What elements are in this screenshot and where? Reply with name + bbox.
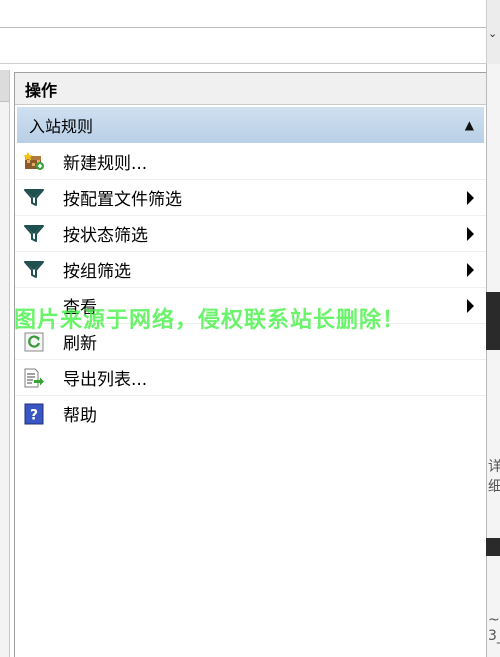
section-label: 入站规则 — [29, 117, 94, 136]
action-help[interactable]: ? 帮助 — [15, 395, 486, 431]
collapse-icon[interactable]: ▲ — [465, 118, 474, 132]
submenu-arrow-icon — [467, 262, 474, 277]
action-filter-by-state[interactable]: 按状态筛选 — [15, 215, 486, 251]
right-edge-dark-block — [486, 538, 500, 556]
action-label: 按配置文件筛选 — [63, 190, 182, 210]
left-pane-header — [0, 70, 9, 102]
submenu-arrow-icon — [467, 226, 474, 241]
svg-text:?: ? — [30, 407, 38, 423]
action-list: 新建规则... 按配置文件筛选 按状态筛选 按组筛选 查看 刷新 导出列表...… — [15, 143, 486, 431]
right-edge-pane — [486, 64, 500, 657]
filter-icon — [23, 223, 45, 245]
action-label: 新建规则... — [63, 153, 148, 174]
action-label: 导出列表... — [63, 370, 148, 390]
pane-gap — [10, 64, 486, 72]
submenu-arrow-icon — [467, 190, 474, 205]
action-label: 按组筛选 — [63, 262, 131, 282]
action-new-rule[interactable]: 新建规则... — [15, 143, 486, 179]
top-scroll-area[interactable]: ⌄ — [486, 0, 500, 64]
new-rule-icon — [23, 150, 45, 172]
export-list-icon — [23, 367, 45, 389]
right-edge-text: 详细 — [488, 459, 500, 495]
right-edge-text: 3_ — [488, 628, 500, 644]
left-pane-edge — [0, 70, 10, 657]
watermark-text: 图片来源于网络，侵权联系站长删除！ — [14, 308, 406, 333]
panel-title: 操作 — [15, 73, 486, 105]
action-filter-by-group[interactable]: 按组筛选 — [15, 251, 486, 287]
action-label: 帮助 — [63, 406, 97, 426]
filter-icon — [23, 259, 45, 281]
action-export-list[interactable]: 导出列表... — [15, 359, 486, 395]
top-toolbar-strip — [0, 0, 486, 28]
actions-panel: 操作 入站规则 ▲ 新建规则... 按配置文件筛选 按状态筛选 按组筛选 查看 … — [14, 72, 486, 657]
right-edge-text: ~ — [488, 612, 500, 628]
action-label: 按状态筛选 — [63, 226, 148, 246]
section-header-inbound-rules[interactable]: 入站规则 ▲ — [17, 107, 484, 143]
action-filter-by-profile[interactable]: 按配置文件筛选 — [15, 179, 486, 215]
chevron-down-icon[interactable]: ⌄ — [488, 28, 497, 40]
filter-icon — [23, 187, 45, 209]
address-bar-row — [0, 28, 486, 64]
help-icon: ? — [23, 403, 45, 425]
